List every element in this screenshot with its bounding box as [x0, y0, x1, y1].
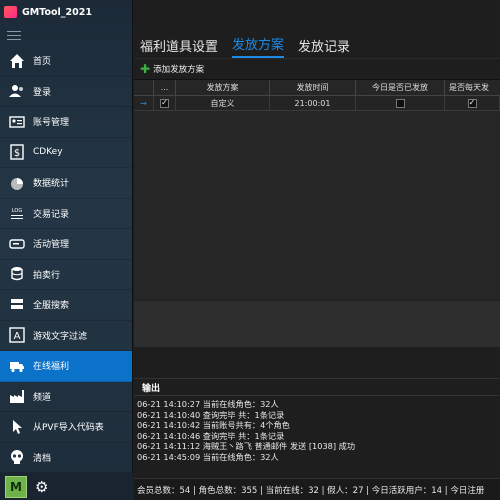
toolbar: ✚ 添加发放方案 — [134, 59, 500, 79]
sidebar-item[interactable]: LOG 交易记录 — [0, 199, 132, 229]
sidebar-item[interactable]: 首页 — [0, 46, 132, 77]
home-icon — [8, 52, 26, 70]
cursor-icon — [8, 418, 26, 436]
sidebar-item-label: 全服搜索 — [33, 301, 70, 312]
sidebar-item[interactable]: 活动管理 — [0, 229, 132, 260]
sidebar-item-label: 数据统计 — [33, 179, 70, 190]
sidebar-item[interactable]: A 游戏文字过滤 — [0, 321, 132, 351]
table-header: ... 发放方案 发放时间 今日是否已发放 是否每天发 — [134, 80, 500, 96]
sidebar-item[interactable]: 登录 — [0, 77, 132, 107]
log-line: 06-21 14:10:42 当前账号共有：4个角色 — [137, 420, 290, 430]
tab-distribution-records[interactable]: 发放记录 — [298, 36, 350, 58]
log-line: 06-21 14:10:40 查询完毕 共：1条记录 — [137, 409, 285, 420]
sidebar-item-label: 拍卖行 — [33, 270, 61, 281]
sidebar-item-label: 清档 — [33, 453, 52, 464]
tab-welfare-items[interactable]: 福利道具设置 — [140, 36, 218, 58]
svg-text:A: A — [14, 331, 21, 342]
sidebar-footer: M ⚙ — [0, 473, 133, 500]
factory-icon — [8, 387, 26, 405]
log-line: 06-21 14:45:09 当前在线角色：32人 — [137, 451, 279, 462]
sidebar-item[interactable]: 数据统计 — [0, 168, 132, 199]
sidebar-item-label: 登录 — [33, 87, 52, 98]
sidebar-item[interactable]: 全服搜索 — [0, 290, 132, 321]
menu-toggle-button[interactable] — [0, 24, 132, 46]
plan-cell[interactable]: 自定义 — [176, 96, 270, 110]
row-indicator-header — [134, 80, 154, 95]
time-cell[interactable]: 21:00:01 — [270, 96, 356, 110]
log-icon: LOG — [8, 204, 26, 222]
sidebar-item-label: 账号管理 — [33, 118, 70, 129]
row-indicator: → — [134, 96, 154, 110]
skull-icon — [8, 448, 26, 466]
svg-text:LOG: LOG — [12, 208, 23, 214]
table-empty-area — [134, 111, 500, 301]
app-logo-icon — [4, 6, 17, 18]
plans-table: ... 发放方案 发放时间 今日是否已发放 是否每天发 → ✓ 自定义 21:0… — [134, 79, 500, 347]
sidebar-item-label: 游戏文字过滤 — [33, 331, 88, 342]
sidebar-item-label: 频道 — [33, 392, 52, 403]
sidebar-item[interactable]: 频道 — [0, 382, 132, 412]
avatar[interactable]: M — [5, 475, 27, 498]
arrow-right-icon: → — [140, 98, 147, 108]
settings-gear-icon[interactable]: ⚙ — [35, 478, 48, 496]
sidebar-item-label: 活动管理 — [33, 240, 70, 251]
tab-distribution-plans[interactable]: 发放方案 — [232, 34, 285, 58]
sidebar-item[interactable]: 从PVF导入代码表 — [0, 412, 132, 443]
select-cell[interactable]: ✓ — [154, 96, 176, 110]
truck-icon — [8, 357, 26, 375]
main-panel: 福利道具设置 发放方案 发放记录 ✚ 添加发放方案 ... 发放方案 发放时间 … — [134, 0, 500, 500]
column-header[interactable]: 发放时间 — [270, 80, 356, 95]
nav-list: 首页登录账号管理 $ CDKey 数据统计 LOG 交易记录活动管理拍卖行全服搜索 A 游戏文… — [0, 46, 132, 473]
sidebar-item[interactable]: 账号管理 — [0, 107, 132, 138]
log-line: 06-21 14:10:46 查询完毕 共：1条记录 — [137, 430, 285, 441]
sidebar-item[interactable]: 拍卖行 — [0, 260, 132, 290]
sidebar-item-label: CDKey — [33, 147, 63, 158]
tab-bar: 福利道具设置 发放方案 发放记录 — [134, 32, 500, 59]
sidebar-item-label: 交易记录 — [33, 209, 70, 220]
text-filter-icon: A — [8, 326, 26, 344]
plus-icon[interactable]: ✚ — [140, 62, 150, 76]
table-row[interactable]: → ✓ 自定义 21:00:01 ✓ — [134, 96, 500, 111]
issued-today-checkbox[interactable] — [395, 98, 405, 108]
status-bar: 会员总数：54 | 角色总数：355 | 当前在线：32 | 假人：27 | 今… — [134, 478, 500, 500]
ticket-icon — [8, 235, 26, 253]
issued-today-cell[interactable] — [356, 96, 445, 110]
daily-cell[interactable]: ✓ — [445, 96, 500, 110]
output-panel: 输出 06-21 14:10:27 当前在线角色：32人 06-21 14:10:… — [134, 378, 500, 478]
column-header[interactable]: 发放方案 — [176, 80, 270, 95]
dollar-icon: $ — [8, 143, 26, 161]
output-log: 06-21 14:10:27 当前在线角色：32人 06-21 14:10:40 … — [134, 396, 500, 462]
database-icon — [8, 265, 26, 283]
log-line: 06-21 14:11:12 海贼王丶路飞 普通邮件 发送 [1038] 成功 — [137, 441, 356, 451]
column-header[interactable]: 今日是否已发放 — [356, 80, 445, 95]
output-title: 输出 — [134, 378, 500, 396]
sidebar-item-label: 在线福利 — [33, 362, 70, 373]
daily-checkbox[interactable]: ✓ — [467, 98, 477, 108]
sidebar-item[interactable]: $ CDKey — [0, 138, 132, 168]
svg-text:$: $ — [14, 148, 20, 159]
id-card-icon — [8, 113, 26, 131]
server-search-icon — [8, 296, 26, 314]
sidebar-item[interactable]: 清档 — [0, 443, 132, 473]
row-select-checkbox[interactable]: ✓ — [160, 98, 169, 108]
sidebar: GMTool_2021 首页登录账号管理 $ CDKey 数据统计 LOG 交易记录活动管… — [0, 0, 133, 500]
app-title: GMTool_2021 — [22, 6, 92, 18]
column-header[interactable]: ... — [154, 80, 176, 95]
sidebar-item-label: 首页 — [33, 57, 52, 68]
add-plan-button[interactable]: 添加发放方案 — [153, 63, 204, 75]
sidebar-item[interactable]: 在线福利 — [0, 351, 132, 382]
title-bar: GMTool_2021 — [0, 0, 132, 24]
log-line: 06-21 14:10:27 当前在线角色：32人 — [137, 399, 279, 409]
column-header[interactable]: 是否每天发 — [445, 80, 500, 95]
sidebar-item-label: 从PVF导入代码表 — [33, 423, 104, 434]
users-icon — [8, 82, 26, 100]
pie-chart-icon — [8, 174, 26, 192]
